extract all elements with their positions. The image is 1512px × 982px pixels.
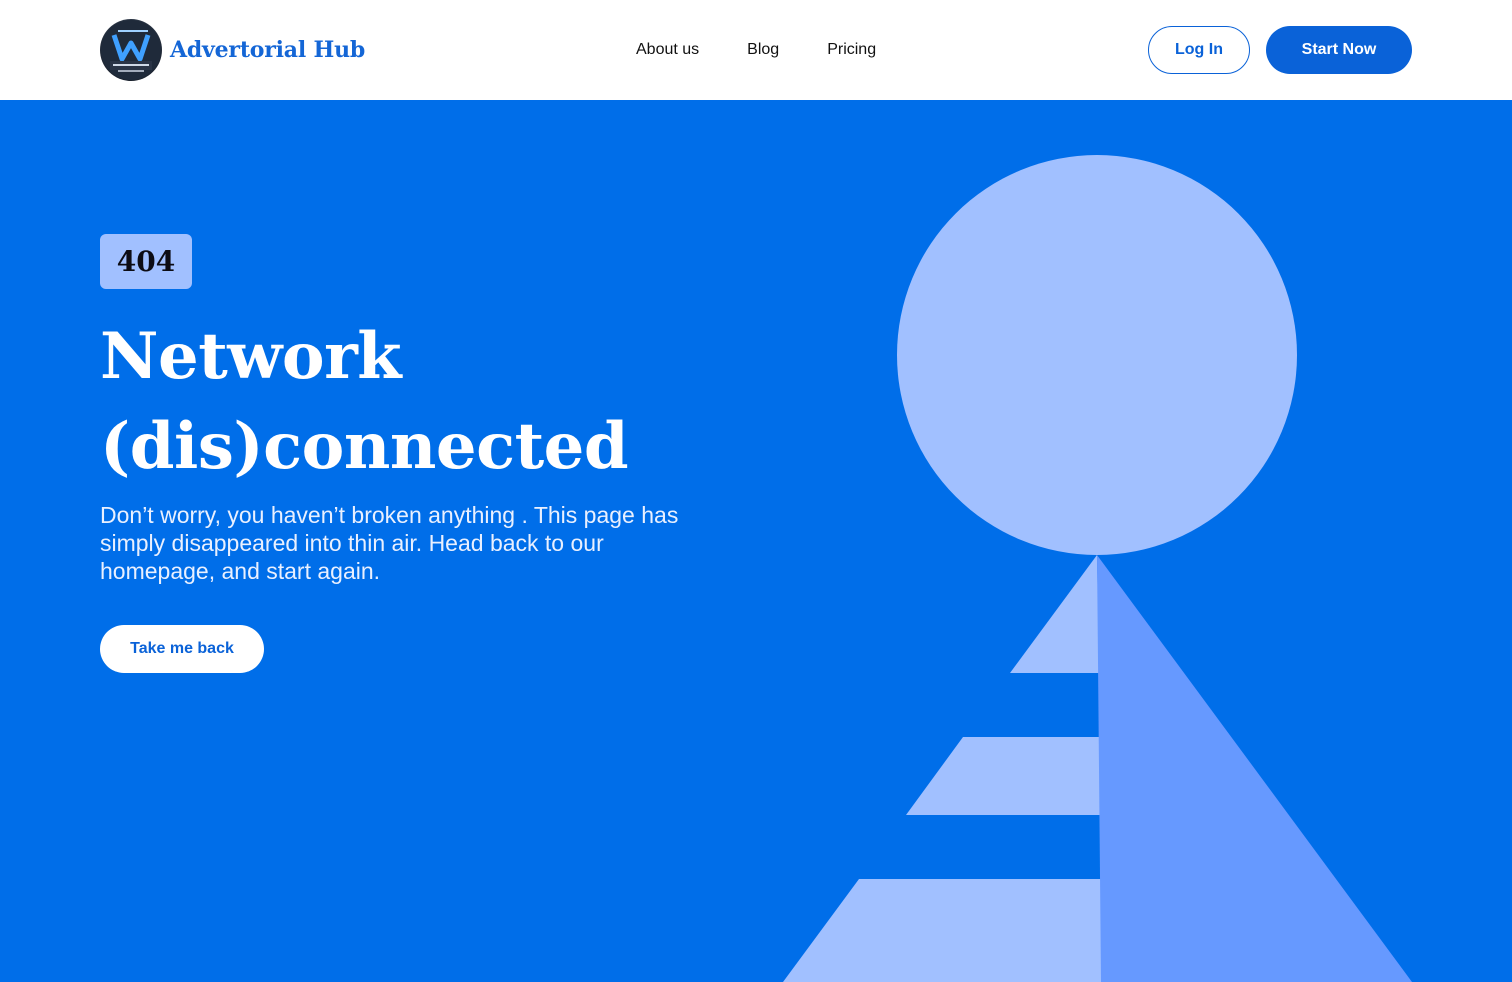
logo-icon bbox=[100, 19, 162, 81]
take-me-back-button[interactable]: Take me back bbox=[100, 625, 264, 673]
brand-name: Advertorial Hub bbox=[170, 37, 366, 63]
page-title: Network (dis)connected bbox=[100, 312, 820, 492]
hero-section: 404 Network (dis)connected Don’t worry, … bbox=[0, 100, 1512, 982]
illustration-step-top bbox=[1010, 555, 1099, 673]
site-header: Advertorial Hub About us Blog Pricing Lo… bbox=[0, 0, 1512, 100]
error-code-badge: 404 bbox=[100, 234, 192, 289]
illustration-step-bottom bbox=[783, 879, 1101, 982]
start-now-button[interactable]: Start Now bbox=[1266, 26, 1412, 74]
main-nav: About us Blog Pricing bbox=[636, 40, 876, 60]
page-subtitle: Don’t worry, you haven’t broken anything… bbox=[100, 502, 679, 584]
nav-blog[interactable]: Blog bbox=[747, 40, 779, 60]
brand-logo[interactable]: Advertorial Hub bbox=[100, 19, 365, 81]
title-line-2: (dis)connected bbox=[100, 409, 629, 484]
illustration-triangle bbox=[1097, 555, 1412, 982]
nav-pricing[interactable]: Pricing bbox=[827, 40, 876, 60]
illustration-circle bbox=[897, 155, 1297, 555]
illustration-step-middle bbox=[906, 737, 1100, 815]
login-button[interactable]: Log In bbox=[1148, 26, 1250, 74]
nav-about-us[interactable]: About us bbox=[636, 40, 699, 60]
title-line-1: Network bbox=[100, 319, 402, 394]
